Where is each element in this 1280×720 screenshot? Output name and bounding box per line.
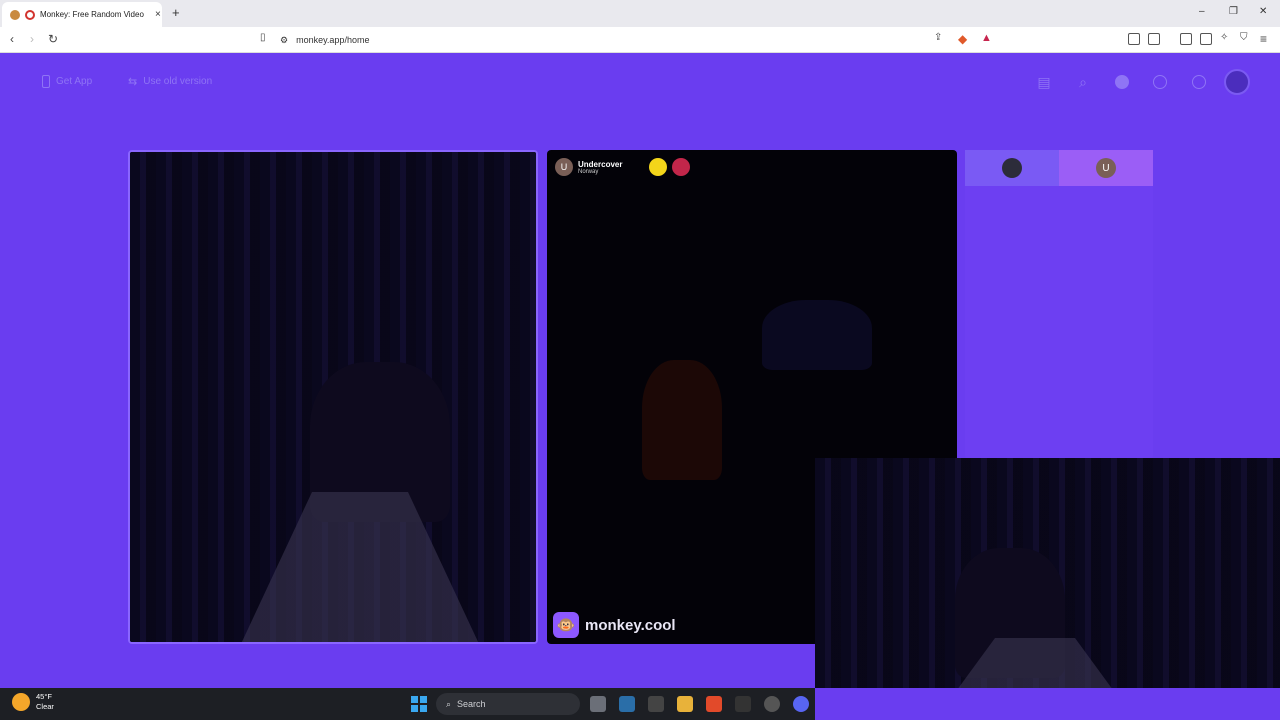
tab-title: Monkey: Free Random Video — [40, 10, 144, 19]
monkey-favicon-icon — [10, 9, 20, 20]
wallet-icon[interactable] — [1200, 33, 1212, 45]
menu-icon[interactable]: ≡ — [1260, 32, 1267, 46]
coin-icon[interactable] — [1113, 73, 1131, 91]
search-placeholder: Search — [457, 699, 486, 709]
side-panel: U — [965, 150, 1153, 460]
browser-toolbar: ‹ › ↻ ▯ ⚙ monkey.app/home ⇪ ◆ ▲ ✧ ⛉ ≡ — [0, 27, 1280, 53]
peer-side-avatar: U — [1096, 158, 1116, 178]
self-avatar — [1002, 158, 1022, 178]
bookmark-icon[interactable]: ▯ — [260, 32, 266, 43]
monkey-logo-icon: 🐵 — [553, 612, 579, 638]
site-info-icon[interactable]: ⚙ — [280, 35, 288, 46]
history-icon[interactable] — [1151, 73, 1169, 91]
app-icon[interactable] — [648, 696, 664, 712]
forward-icon[interactable]: › — [30, 32, 34, 46]
weather-condition: Clear — [36, 702, 54, 711]
get-app-label: Get App — [56, 76, 93, 87]
browser-tab[interactable]: Monkey: Free Random Video × — [2, 2, 162, 27]
search-icon: ⌕ — [446, 698, 452, 709]
share-icon[interactable]: ⇪ — [934, 32, 942, 43]
file-explorer-icon[interactable] — [677, 696, 693, 712]
back-icon[interactable]: ‹ — [10, 32, 14, 46]
gift-badge-icon[interactable] — [672, 158, 691, 176]
recording-icon — [25, 9, 35, 20]
shop-icon[interactable]: ▤ — [1035, 73, 1053, 91]
phone-icon — [42, 75, 50, 88]
peer-info: U Undercover Norway — [555, 158, 691, 176]
profile-avatar[interactable] — [1224, 69, 1250, 95]
peer-silhouette — [642, 360, 722, 480]
heart-badge-icon[interactable] — [649, 158, 668, 176]
reader-icon[interactable] — [1148, 33, 1160, 45]
peer-name: Undercover — [578, 159, 623, 169]
get-app-button[interactable]: Get App — [42, 75, 92, 88]
old-version-label: Use old version — [143, 76, 213, 87]
swap-icon: ⇆ — [128, 76, 138, 88]
brave-rewards-icon[interactable]: ▲ — [981, 32, 992, 44]
tab-close-icon[interactable]: × — [155, 9, 161, 20]
local-video — [128, 150, 538, 644]
close-window-button[interactable]: ✕ — [1259, 6, 1267, 17]
reload-icon[interactable]: ↻ — [48, 32, 58, 46]
monkey-watermark: 🐵 monkey.cool — [553, 612, 676, 638]
new-tab-button[interactable]: + — [172, 5, 180, 20]
webcam-overlay — [815, 458, 1280, 688]
brave-browser-icon[interactable] — [706, 696, 722, 712]
chat-icon[interactable] — [1190, 73, 1208, 91]
extensions-icon[interactable] — [1128, 33, 1140, 45]
task-view-icon[interactable] — [590, 696, 606, 712]
vpn-icon[interactable]: ⛉ — [1240, 32, 1248, 43]
taskbar-search[interactable]: ⌕ Search — [436, 693, 580, 715]
windows-start-icon[interactable] — [411, 696, 427, 712]
url-text: monkey.app/home — [296, 35, 370, 45]
sun-icon — [12, 693, 30, 711]
brave-shield-icon[interactable]: ◆ — [958, 32, 967, 46]
address-bar[interactable]: ⚙ monkey.app/home — [280, 31, 1000, 49]
side-tab-self[interactable] — [965, 150, 1059, 186]
sidebar-icon[interactable] — [1180, 33, 1192, 45]
search-icon[interactable]: ⌕ — [1074, 73, 1092, 91]
monkey-page: Get App ⇆ Use old version ▤ ⌕ U Undercov… — [0, 53, 1280, 688]
epic-games-icon[interactable] — [735, 696, 751, 712]
weather-widget[interactable]: 45°F Clear — [12, 692, 54, 712]
obs-icon[interactable] — [764, 696, 780, 712]
watermark-text: monkey.cool — [585, 616, 676, 634]
peer-country: Norway — [578, 168, 599, 175]
use-old-version-button[interactable]: ⇆ Use old version — [128, 75, 212, 88]
discord-icon[interactable] — [793, 696, 809, 712]
peer-light — [762, 300, 872, 370]
minimize-button[interactable]: – — [1199, 6, 1205, 17]
steam-icon[interactable] — [619, 696, 635, 712]
side-tab-peer[interactable]: U — [1059, 150, 1153, 186]
leo-ai-icon[interactable]: ✧ — [1220, 32, 1228, 43]
temperature: 45°F — [36, 692, 52, 701]
windows-taskbar: 45°F Clear ⌕ Search — [0, 688, 815, 720]
peer-avatar: U — [555, 158, 573, 176]
restore-button[interactable]: ❐ — [1229, 6, 1238, 17]
browser-tabbar: Monkey: Free Random Video × + – ❐ ✕ — [0, 0, 1280, 27]
